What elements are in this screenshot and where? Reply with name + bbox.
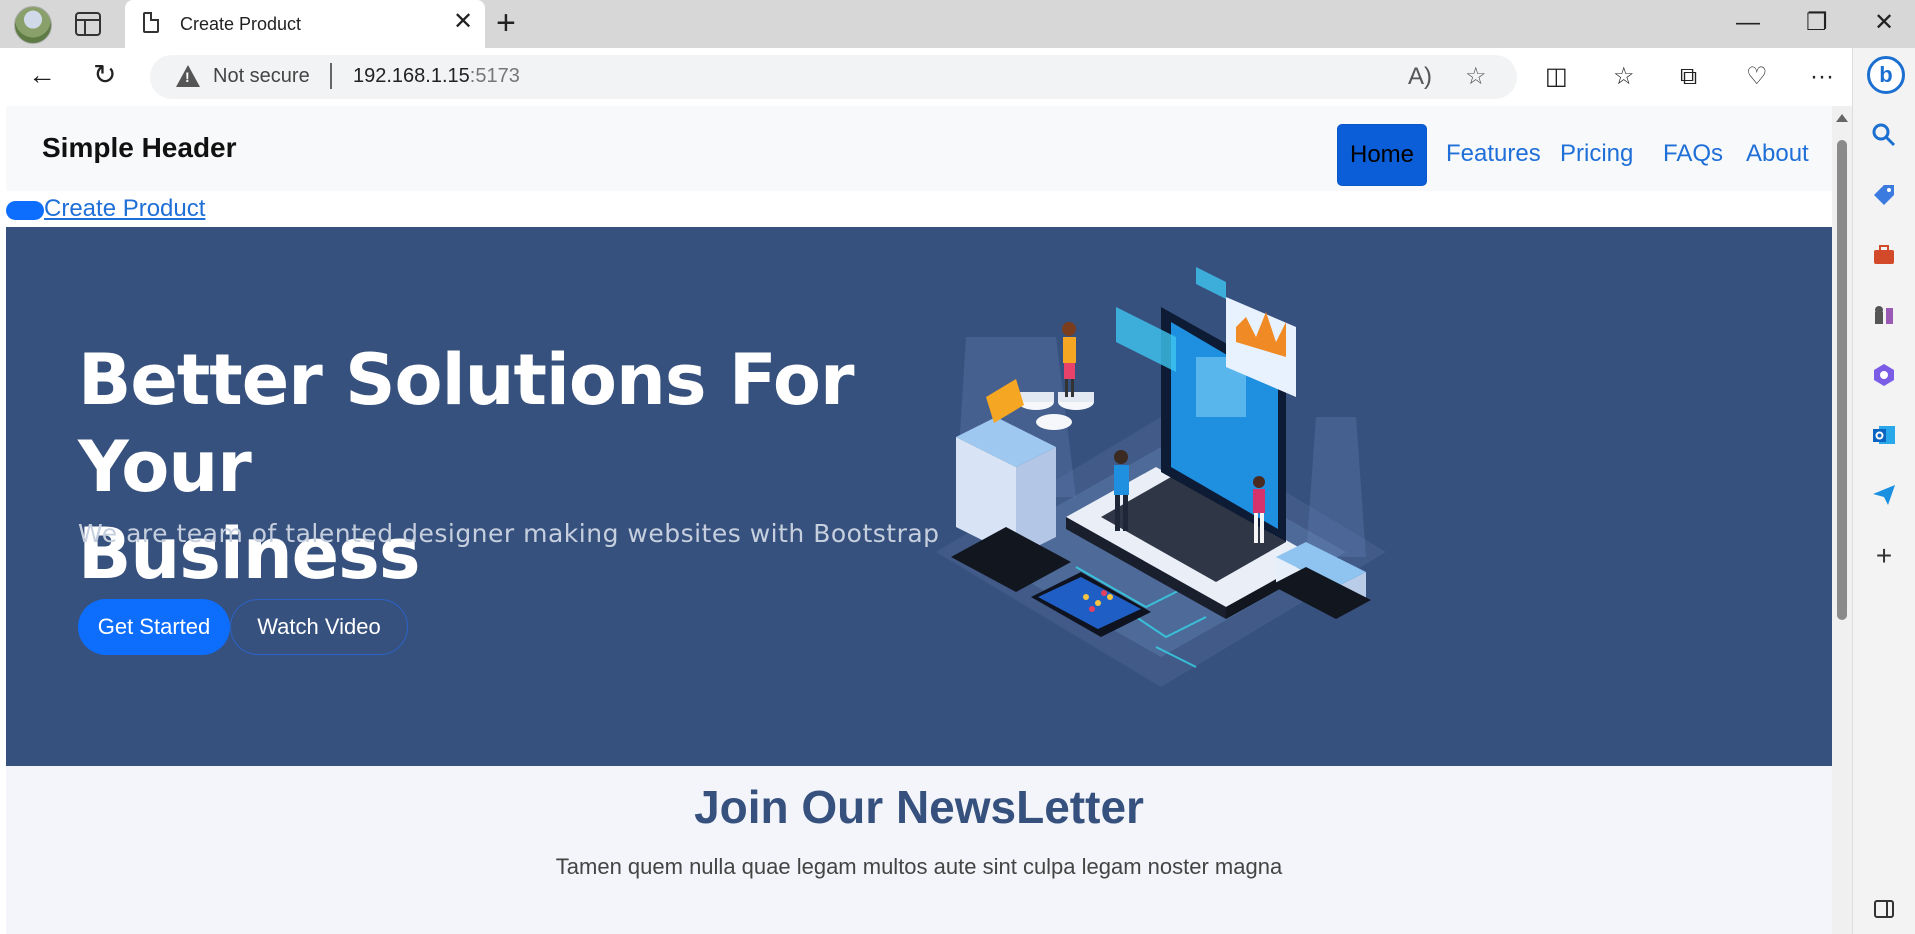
site-header: Simple Header Home Features Pricing FAQs… xyxy=(6,106,1832,191)
not-secure-label[interactable]: Not secure xyxy=(213,65,310,88)
page-icon xyxy=(143,12,159,33)
briefcase-icon[interactable] xyxy=(1870,242,1898,270)
tab-bar: Create Product ✕ + — ❐ ✕ xyxy=(0,0,1915,48)
url-port: :5173 xyxy=(469,65,520,87)
minimize-icon[interactable]: — xyxy=(1736,8,1760,38)
watch-video-button[interactable]: Watch Video xyxy=(230,599,408,655)
brand-title[interactable]: Simple Header xyxy=(42,132,237,164)
create-toggle[interactable] xyxy=(6,201,44,220)
more-menu-icon[interactable]: ··· xyxy=(1810,62,1834,92)
close-tab-icon[interactable]: ✕ xyxy=(453,10,473,34)
nav-faqs[interactable]: FAQs xyxy=(1651,124,1735,184)
nav-pricing[interactable]: Pricing xyxy=(1548,124,1645,184)
hero-subtitle: We are team of talented designer making … xyxy=(78,519,940,548)
send-icon[interactable] xyxy=(1870,482,1898,510)
active-tab[interactable]: Create Product ✕ xyxy=(125,0,485,48)
search-icon[interactable] xyxy=(1870,122,1898,150)
edge-sidebar: b + xyxy=(1852,48,1915,934)
microsoft365-icon[interactable] xyxy=(1870,362,1898,390)
split-screen-icon[interactable]: ◫ xyxy=(1545,62,1568,92)
back-icon[interactable]: ← xyxy=(28,58,56,92)
new-tab-icon[interactable]: + xyxy=(496,6,516,40)
restore-icon[interactable]: ❐ xyxy=(1806,8,1828,38)
tab-title: Create Product xyxy=(180,14,302,34)
url-divider xyxy=(330,63,332,89)
newsletter-section: Join Our NewsLetter Tamen quem nulla qua… xyxy=(6,766,1832,934)
games-icon[interactable] xyxy=(1870,302,1898,330)
page-viewport: Simple Header Home Features Pricing FAQs… xyxy=(6,106,1832,934)
refresh-icon[interactable]: ↻ xyxy=(93,58,116,92)
outlook-icon[interactable] xyxy=(1870,422,1898,450)
create-product-link[interactable]: Create Product xyxy=(44,195,205,223)
hero-title-line1: Better Solutions For Your xyxy=(78,339,854,508)
nav-features[interactable]: Features xyxy=(1434,124,1553,184)
hero-section: Better Solutions For Your Business We ar… xyxy=(6,227,1832,766)
newsletter-text: Tamen quem nulla quae legam multos aute … xyxy=(555,854,1283,879)
add-icon[interactable]: + xyxy=(1870,542,1898,570)
get-started-button[interactable]: Get Started xyxy=(78,599,230,655)
hero-illustration xyxy=(936,267,1386,687)
url-host: 192.168.1.15 xyxy=(353,65,470,87)
url-text[interactable]: 192.168.1.15:5173 xyxy=(353,65,520,88)
favorites-icon[interactable]: ☆ xyxy=(1613,62,1635,92)
hero-title: Better Solutions For Your Business xyxy=(78,337,958,598)
nav-about[interactable]: About xyxy=(1734,124,1821,184)
newsletter-title: Join Our NewsLetter xyxy=(694,781,1144,833)
warning-icon[interactable] xyxy=(176,65,200,87)
page-scrollbar[interactable] xyxy=(1832,106,1852,934)
scroll-thumb[interactable] xyxy=(1837,140,1847,620)
profile-avatar[interactable] xyxy=(14,6,52,44)
collections-icon[interactable]: ⧉ xyxy=(1680,62,1697,92)
nav-home[interactable]: Home xyxy=(1337,124,1428,186)
bing-icon[interactable]: b xyxy=(1867,56,1905,94)
performance-icon[interactable]: ♡ xyxy=(1746,62,1768,92)
create-product-row: Create Product xyxy=(6,191,1832,227)
sidebar-toggle-icon[interactable] xyxy=(1870,898,1898,926)
favorite-star-icon[interactable]: ☆ xyxy=(1465,63,1487,91)
close-window-icon[interactable]: ✕ xyxy=(1874,8,1894,38)
address-field[interactable]: Not secure 192.168.1.15:5173 A) ☆ xyxy=(150,55,1517,99)
tag-icon[interactable] xyxy=(1870,182,1898,210)
scroll-up-icon[interactable] xyxy=(1836,114,1848,122)
tab-actions-icon[interactable] xyxy=(75,12,101,36)
read-aloud-icon[interactable]: A) xyxy=(1408,63,1432,91)
